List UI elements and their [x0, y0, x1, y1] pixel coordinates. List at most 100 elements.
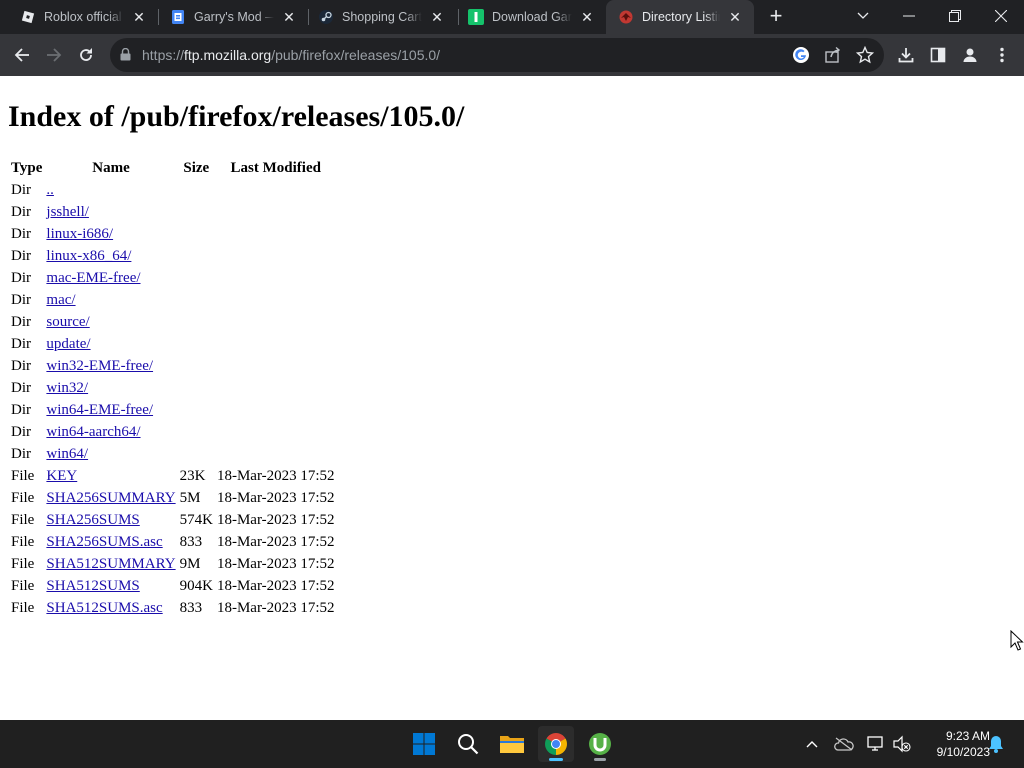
network-icon[interactable]	[866, 734, 886, 754]
profile-avatar-icon[interactable]	[958, 43, 982, 67]
windows-taskbar: 9:23 AM 9/10/2023	[0, 720, 1024, 768]
entry-name-cell: win32/	[45, 378, 176, 398]
clock-date: 9/10/2023	[936, 745, 990, 759]
entry-type: Dir	[11, 181, 31, 198]
entry-link[interactable]: KEY	[46, 468, 77, 484]
browser-toolbar: https://ftp.mozilla.org/pub/firefox/rele…	[0, 34, 1024, 76]
entry-name-cell: SHA256SUMMARY	[45, 488, 176, 508]
chrome-icon[interactable]	[538, 726, 574, 762]
tab-garrys-mod[interactable]: Garry's Mod — ✕	[150, 0, 308, 34]
close-tab-icon[interactable]: ✕	[428, 8, 446, 26]
entry-link[interactable]: linux-x86_64/	[46, 248, 131, 264]
entry-type: File	[11, 489, 35, 506]
volume-muted-icon[interactable]	[892, 734, 912, 754]
entry-link[interactable]: win32/	[46, 380, 88, 396]
onedrive-icon[interactable]	[834, 734, 854, 754]
more-menu-icon[interactable]	[990, 43, 1014, 67]
entry-type: Dir	[11, 291, 31, 308]
entry-link[interactable]: ..	[46, 182, 54, 198]
close-window-icon[interactable]	[986, 4, 1016, 28]
entry-link[interactable]: win64-EME-free/	[46, 402, 153, 418]
entry-link[interactable]: SHA512SUMS.asc	[46, 600, 162, 616]
entry-size	[179, 202, 214, 222]
entry-name-cell: SHA256SUMS	[45, 510, 176, 530]
entry-link[interactable]: SHA256SUMMARY	[46, 490, 175, 506]
entry-link[interactable]: win32-EME-free/	[46, 358, 153, 374]
back-arrow-icon[interactable]	[10, 43, 34, 67]
entry-link[interactable]: mac-EME-free/	[46, 270, 140, 286]
entry-link[interactable]: SHA512SUMMARY	[46, 556, 175, 572]
close-tab-icon[interactable]: ✕	[726, 8, 744, 26]
entry-link[interactable]: linux-i686/	[46, 226, 113, 242]
utorrent-icon[interactable]	[582, 726, 618, 762]
table-row: File SHA256SUMS 574K 18-Mar-2023 17:52	[10, 510, 336, 530]
table-row: Dir jsshell/	[10, 202, 336, 222]
close-tab-icon[interactable]: ✕	[578, 8, 596, 26]
tab-search-chevron-icon[interactable]	[848, 4, 878, 28]
tab-roblox[interactable]: Roblox official w ✕	[0, 0, 158, 34]
address-bar[interactable]: https://ftp.mozilla.org/pub/firefox/rele…	[110, 38, 884, 72]
tab-title: Shopping Cart	[342, 10, 422, 24]
entry-link[interactable]: SHA256SUMS.asc	[46, 534, 162, 550]
download-icon[interactable]	[894, 43, 918, 67]
lock-icon[interactable]	[120, 47, 131, 66]
entry-link[interactable]: source/	[46, 314, 89, 330]
entry-link[interactable]: update/	[46, 336, 90, 352]
table-header-row: Type Name Size Last Modified	[10, 158, 336, 178]
page-content: Index of /pub/firefox/releases/105.0/ Ty…	[0, 76, 1024, 720]
entry-last-modified	[216, 422, 336, 442]
entry-last-modified: 18-Mar-2023 17:52	[216, 489, 335, 506]
restore-icon[interactable]	[940, 4, 970, 28]
close-tab-icon[interactable]: ✕	[130, 8, 148, 26]
entry-size	[179, 378, 214, 398]
tab-shopping-cart[interactable]: Shopping Cart ✕	[298, 0, 456, 34]
entry-link[interactable]: win64/	[46, 446, 88, 462]
entry-size	[179, 246, 214, 266]
entry-size	[179, 312, 214, 332]
entry-size	[179, 268, 214, 288]
tab-download-garry[interactable]: Download Garry ✕	[448, 0, 606, 34]
close-tab-icon[interactable]: ✕	[280, 8, 298, 26]
table-row: Dir win32-EME-free/	[10, 356, 336, 376]
table-row: File SHA512SUMS.asc 833 18-Mar-2023 17:52	[10, 598, 336, 618]
entry-link[interactable]: SHA256SUMS	[46, 512, 139, 528]
minimize-icon[interactable]	[894, 4, 924, 28]
steam-icon	[318, 9, 334, 25]
url-scheme: https://	[142, 47, 185, 63]
column-header-size: Size	[183, 159, 210, 176]
entry-last-modified	[216, 334, 336, 354]
entry-link[interactable]: win64-aarch64/	[46, 424, 140, 440]
tab-directory-listing[interactable]: Directory Listing ✕	[606, 0, 754, 34]
side-panel-icon[interactable]	[926, 43, 950, 67]
system-clock[interactable]: 9:23 AM 9/10/2023	[918, 728, 990, 760]
notification-bell-icon[interactable]	[986, 734, 1006, 754]
windows-start-icon[interactable]	[406, 726, 442, 762]
entry-size: 23K	[179, 467, 206, 484]
search-icon[interactable]	[450, 726, 486, 762]
table-row: File KEY 23K 18-Mar-2023 17:52	[10, 466, 336, 486]
entry-type: Dir	[11, 203, 31, 220]
reload-icon[interactable]	[74, 43, 98, 67]
tab-title: Roblox official w	[44, 10, 124, 24]
chevron-up-icon[interactable]	[802, 734, 822, 754]
entry-last-modified	[216, 224, 336, 244]
entry-name-cell: win32-EME-free/	[45, 356, 176, 376]
entry-name-cell: mac-EME-free/	[45, 268, 176, 288]
entry-link[interactable]: SHA512SUMS	[46, 578, 139, 594]
clock-time: 9:23 AM	[945, 729, 990, 743]
entry-link[interactable]: mac/	[46, 292, 75, 308]
file-explorer-icon[interactable]	[494, 726, 530, 762]
share-icon[interactable]	[824, 46, 842, 69]
entry-size	[179, 224, 214, 244]
entry-type: File	[11, 555, 35, 572]
bookmark-star-icon[interactable]	[855, 45, 875, 69]
entry-type: Dir	[11, 335, 31, 352]
entry-size	[179, 180, 214, 200]
tab-strip: Roblox official w ✕ Garry's Mod — ✕ Shop…	[0, 0, 1024, 34]
table-row: Dir source/	[10, 312, 336, 332]
entry-link[interactable]: jsshell/	[46, 204, 89, 220]
new-tab-button[interactable]: +	[764, 5, 788, 29]
entry-last-modified	[216, 444, 336, 464]
google-lens-icon[interactable]	[792, 46, 810, 69]
table-row: File SHA256SUMMARY 5M 18-Mar-2023 17:52	[10, 488, 336, 508]
